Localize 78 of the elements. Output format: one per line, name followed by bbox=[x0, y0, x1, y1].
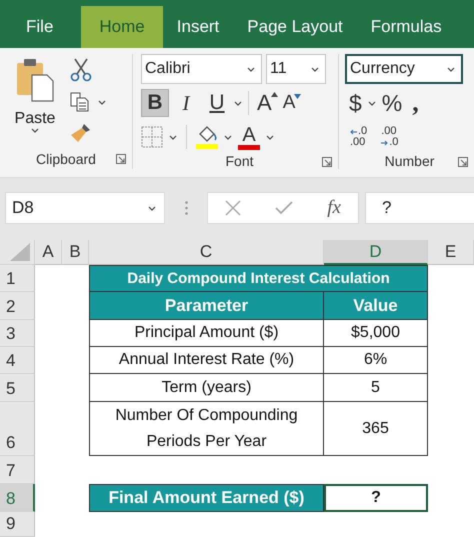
up-triangle-icon bbox=[270, 92, 278, 97]
caret-icon[interactable] bbox=[224, 134, 232, 140]
group-label: Number bbox=[384, 152, 434, 168]
insert-function-button[interactable]: fx bbox=[327, 197, 341, 219]
underline-button[interactable]: U bbox=[203, 89, 231, 117]
group-label: Clipboard bbox=[36, 151, 96, 167]
dialog-launcher-icon[interactable] bbox=[322, 157, 332, 167]
bold-button[interactable]: B bbox=[141, 89, 169, 117]
font-name-dropdown[interactable]: Calibri bbox=[141, 54, 262, 84]
font-size-dropdown[interactable]: 11 bbox=[266, 54, 326, 84]
ribbon-tab[interactable]: Page Layout bbox=[233, 6, 357, 48]
caret-icon[interactable] bbox=[31, 128, 39, 133]
caret-icon[interactable] bbox=[447, 66, 455, 72]
copy-icon[interactable] bbox=[70, 92, 90, 112]
row-header[interactable]: 2 bbox=[0, 292, 35, 320]
right-arrow-icon bbox=[381, 140, 388, 146]
table-title: Daily Compound Interest Calculation bbox=[89, 265, 428, 292]
table-cell: Principal Amount ($) bbox=[89, 320, 324, 347]
dialog-launcher-icon[interactable] bbox=[116, 154, 126, 164]
fill-color-button[interactable] bbox=[196, 126, 218, 148]
drag-handle-icon[interactable] bbox=[184, 201, 188, 215]
table-cell: Annual Interest Rate (%) bbox=[89, 347, 324, 374]
caret-icon[interactable] bbox=[234, 100, 242, 106]
caret-icon[interactable] bbox=[98, 100, 106, 104]
row-header[interactable]: 8 bbox=[0, 484, 35, 512]
row-header[interactable]: 5 bbox=[0, 374, 35, 402]
italic-button[interactable]: I bbox=[172, 89, 200, 117]
column-header[interactable]: E bbox=[428, 240, 474, 265]
table-cell: Term (years) bbox=[89, 374, 324, 402]
dialog-launcher-icon[interactable] bbox=[458, 157, 468, 167]
currency-button[interactable]: $ bbox=[345, 90, 366, 116]
caret-icon[interactable] bbox=[266, 134, 274, 140]
caret-icon[interactable] bbox=[169, 134, 177, 140]
row-header[interactable]: 1 bbox=[0, 265, 35, 292]
name-box[interactable]: D8 bbox=[5, 192, 165, 224]
scissors-icon[interactable] bbox=[70, 58, 92, 82]
table-cell: 6% bbox=[324, 347, 428, 374]
caret-icon[interactable] bbox=[311, 66, 319, 72]
ribbon-tab[interactable]: File bbox=[0, 6, 82, 48]
row-header[interactable]: 6 bbox=[0, 402, 35, 456]
shrink-font-button[interactable]: A bbox=[280, 92, 302, 114]
group-label: Font bbox=[225, 152, 254, 168]
row-header[interactable]: 9 bbox=[0, 512, 35, 537]
borders-icon[interactable] bbox=[141, 126, 163, 148]
row-header[interactable]: 7 bbox=[0, 456, 35, 484]
row-header[interactable]: 3 bbox=[0, 320, 35, 347]
column-header[interactable]: A bbox=[35, 240, 62, 265]
row-header[interactable]: 4 bbox=[0, 347, 35, 374]
paste-button[interactable]: Paste bbox=[14, 58, 56, 128]
left-arrow-icon bbox=[350, 128, 357, 134]
format-painter-icon[interactable] bbox=[70, 122, 92, 144]
comma-style-button[interactable]: , bbox=[408, 88, 423, 118]
caret-icon[interactable] bbox=[368, 100, 376, 106]
column-header[interactable]: B bbox=[62, 240, 89, 265]
column-heading: Value bbox=[324, 292, 428, 320]
formula-input[interactable]: ? bbox=[365, 192, 474, 224]
column-heading: Parameter bbox=[89, 292, 324, 320]
table-cell: Number Of Compounding Periods Per Year bbox=[89, 402, 324, 456]
ribbon-tab[interactable]: Formulas bbox=[356, 6, 456, 48]
column-header[interactable]: D bbox=[324, 240, 428, 265]
down-triangle-icon bbox=[294, 94, 302, 99]
table-cell: $5,000 bbox=[324, 320, 428, 347]
clipboard-icon bbox=[14, 58, 55, 102]
caret-icon[interactable] bbox=[247, 66, 255, 72]
caret-icon[interactable] bbox=[148, 206, 156, 210]
number-format-dropdown[interactable]: Currency bbox=[345, 54, 463, 84]
column-header[interactable]: C bbox=[89, 240, 324, 265]
result-label: Final Amount Earned ($) bbox=[89, 484, 324, 512]
table-cell: 5 bbox=[324, 374, 428, 402]
font-color-button[interactable]: A bbox=[238, 124, 260, 150]
grow-font-button[interactable]: A bbox=[255, 90, 278, 116]
table-cell: 365 bbox=[324, 402, 428, 456]
checkmark-icon[interactable] bbox=[275, 201, 294, 215]
decrease-decimal-button[interactable]: .00 .0 bbox=[376, 126, 404, 148]
increase-decimal-button[interactable]: .0 .00 bbox=[345, 126, 372, 148]
result-cell[interactable]: ? bbox=[324, 484, 428, 512]
percent-button[interactable]: % bbox=[378, 90, 406, 116]
ribbon-tab[interactable]: Insert bbox=[162, 6, 234, 48]
